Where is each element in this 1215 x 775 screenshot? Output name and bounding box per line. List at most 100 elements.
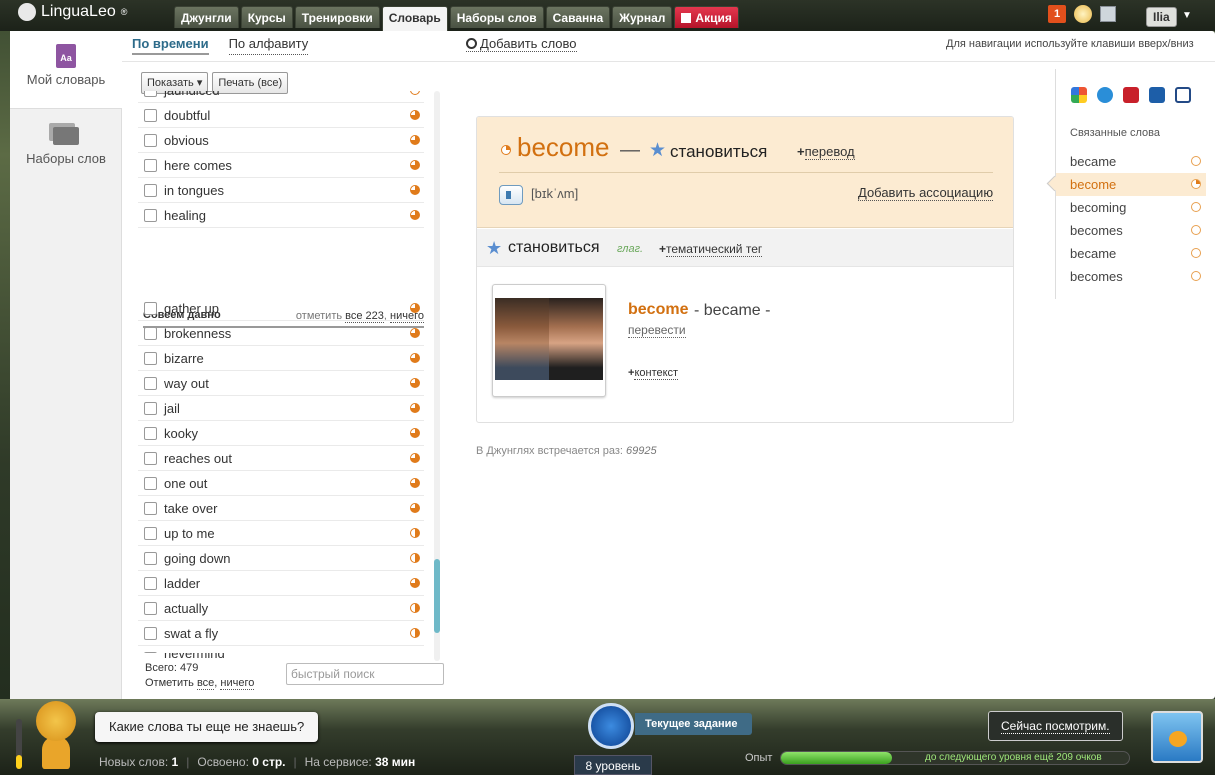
list-item[interactable]: reaches out: [138, 446, 424, 471]
list-item[interactable]: here comes: [138, 153, 424, 178]
word-checkbox[interactable]: [144, 159, 157, 172]
word-checkbox[interactable]: [144, 377, 157, 390]
scrollbar-thumb[interactable]: [434, 559, 440, 633]
list-item[interactable]: kooky: [138, 421, 424, 446]
nav-word-sets[interactable]: Наборы слов: [10, 31, 122, 166]
word-checkbox[interactable]: [144, 184, 157, 197]
list-item[interactable]: gather up: [138, 296, 424, 321]
add-association-link[interactable]: Добавить ассоциацию: [858, 185, 994, 201]
list-item[interactable]: ladder: [138, 571, 424, 596]
list-item[interactable]: swat a fly: [138, 621, 424, 646]
mascot-speech-bubble[interactable]: Какие слова ты еще не знаешь?: [95, 712, 319, 742]
list-item[interactable]: way out: [138, 371, 424, 396]
speaker-icon[interactable]: [499, 185, 523, 205]
google-icon[interactable]: [1071, 87, 1087, 103]
list-item[interactable]: in tongues: [138, 178, 424, 203]
list-item[interactable]: up to me: [138, 521, 424, 546]
word-checkbox[interactable]: [144, 91, 157, 97]
sort-by-time[interactable]: По времени: [132, 36, 209, 55]
notification-badge[interactable]: 1: [1048, 5, 1066, 23]
tab-savanna[interactable]: Саванна: [545, 6, 611, 28]
top-right-icons: 1: [1048, 5, 1116, 23]
add-word-button[interactable]: Добавить слово: [466, 36, 577, 52]
related-word-item[interactable]: becomes: [1056, 219, 1206, 242]
tab-dictionary[interactable]: Словарь: [381, 6, 448, 31]
word-checkbox[interactable]: [144, 402, 157, 415]
word-checkbox[interactable]: [144, 209, 157, 222]
add-translation-link[interactable]: +перевод: [797, 144, 855, 160]
related-word-item[interactable]: became: [1056, 242, 1206, 265]
progress-circle-icon: [1191, 271, 1201, 281]
tab-courses[interactable]: Курсы: [240, 6, 293, 28]
dictionary-icon[interactable]: [1149, 87, 1165, 103]
paw-task-icon[interactable]: [588, 703, 634, 749]
tab-jungle[interactable]: Джунгли: [174, 6, 239, 28]
word-checkbox[interactable]: [144, 627, 157, 640]
quick-search-input[interactable]: быстрый поиск: [286, 663, 444, 685]
list-item[interactable]: doubtful: [138, 103, 424, 128]
star-icon[interactable]: ★: [486, 239, 502, 257]
book-icon[interactable]: [1123, 87, 1139, 103]
chevron-down-icon[interactable]: ▼: [1182, 10, 1192, 21]
current-task-button[interactable]: Текущее задание: [635, 713, 752, 735]
list-item[interactable]: take over: [138, 496, 424, 521]
related-word-item[interactable]: becoming: [1056, 196, 1206, 219]
progress-circle-icon: [1191, 179, 1201, 189]
word-checkbox[interactable]: [144, 602, 157, 615]
list-item[interactable]: going down: [138, 546, 424, 571]
related-word-item[interactable]: becomes: [1056, 265, 1206, 288]
word-checkbox[interactable]: [144, 552, 157, 565]
word-checkbox[interactable]: [144, 302, 157, 315]
list-item[interactable]: one out: [138, 471, 424, 496]
list-item[interactable]: brokenness: [138, 321, 424, 346]
add-tag-link[interactable]: +тематический тег: [659, 242, 763, 257]
word-checkbox[interactable]: [144, 134, 157, 147]
context-forms: - became -: [694, 302, 771, 319]
word-checkbox[interactable]: [144, 352, 157, 365]
card-dash: —: [620, 139, 640, 161]
related-word-item-active[interactable]: become: [1056, 173, 1206, 196]
progress-circle-icon: [1191, 225, 1201, 235]
show-label: Показать: [147, 77, 194, 89]
related-word-item[interactable]: became: [1056, 150, 1206, 173]
tab-journal[interactable]: Журнал: [612, 6, 673, 28]
word-checkbox[interactable]: [144, 327, 157, 340]
monitor-icon[interactable]: [1100, 6, 1116, 22]
tab-trainings[interactable]: Тренировки: [294, 6, 380, 28]
word-checkbox[interactable]: [144, 109, 157, 122]
paw-icon[interactable]: [1151, 711, 1203, 763]
word-checkbox[interactable]: [144, 502, 157, 515]
leo-mascot[interactable]: [28, 699, 84, 769]
left-nav: Aa Мой словарь Наборы слов: [10, 31, 122, 699]
picture-right: [549, 298, 603, 380]
translate-link[interactable]: перевести: [628, 323, 686, 338]
association-picture[interactable]: [492, 284, 606, 397]
footer-mark-none-link[interactable]: ничего: [220, 677, 255, 690]
footer-mark-all-link[interactable]: все: [196, 677, 215, 690]
word-checkbox[interactable]: [144, 577, 157, 590]
lingualeo-logo[interactable]: LinguaLeo ®: [18, 3, 127, 21]
word-label: gather up: [164, 301, 219, 316]
watch-now-button[interactable]: Сейчас посмотрим.: [988, 711, 1123, 741]
word-checkbox[interactable]: [144, 427, 157, 440]
wikipedia-icon[interactable]: [1097, 87, 1113, 103]
list-item[interactable]: jaundiced: [138, 91, 424, 103]
word-checkbox[interactable]: [144, 477, 157, 490]
star-icon[interactable]: ★: [649, 141, 666, 160]
reference-icon[interactable]: [1175, 87, 1191, 103]
phonetic-transcription: [bɪkˈʌm]: [531, 186, 579, 201]
tab-promo[interactable]: Акция: [674, 6, 739, 28]
word-checkbox[interactable]: [144, 452, 157, 465]
list-item[interactable]: expensive: [138, 646, 424, 653]
word-checkbox[interactable]: [144, 527, 157, 540]
add-context-link[interactable]: +контекст: [628, 367, 679, 380]
list-item[interactable]: healing: [138, 203, 424, 228]
sun-icon[interactable]: [1074, 5, 1092, 23]
tab-word-sets[interactable]: Наборы слов: [449, 6, 544, 28]
list-item[interactable]: jail: [138, 396, 424, 421]
user-menu-button[interactable]: Ilia: [1146, 7, 1177, 27]
list-item[interactable]: bizarre: [138, 346, 424, 371]
list-item[interactable]: obvious: [138, 128, 424, 153]
sort-by-alpha[interactable]: По алфавиту: [228, 36, 309, 55]
list-item[interactable]: actually: [138, 596, 424, 621]
